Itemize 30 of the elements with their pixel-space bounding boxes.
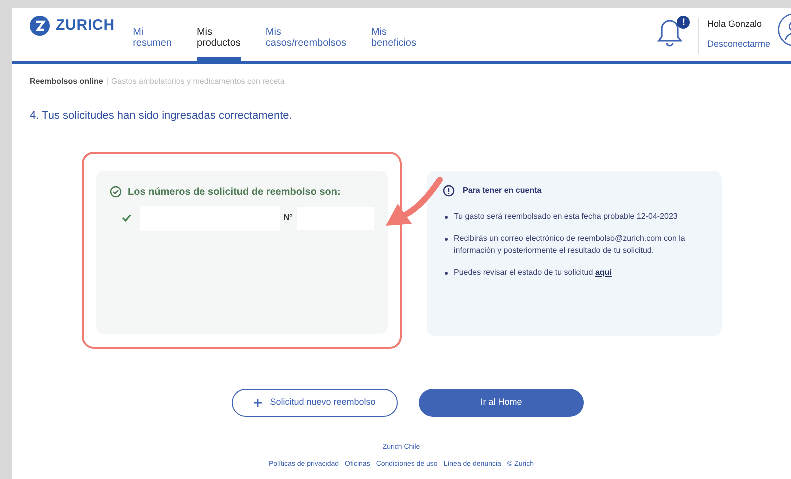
check-icon [122, 214, 132, 222]
info-text: Recibirás un correo electrónico de reembolso@zurich.com con la información y posteriormente el resultado de tu solicitud. [454, 232, 686, 256]
notification-badge: ! [677, 16, 690, 29]
info-text: Tu gasto será reembolsado en esta fecha probable 12-04-2023 [454, 210, 678, 222]
nav-tab[interactable]: Mis beneficios [371, 27, 416, 61]
check-circle-icon [110, 186, 122, 198]
nav-tab[interactable]: Mis casos/reembolsos [266, 27, 346, 61]
info-heading: Para tener en cuenta [463, 184, 542, 196]
plus-icon [254, 398, 262, 406]
breadcrumb-current[interactable]: Reembolsos online [30, 76, 104, 88]
bullet-icon [445, 238, 448, 240]
info-icon [443, 184, 455, 196]
bullet-icon [445, 216, 448, 218]
logout-link[interactable]: Desconectarme [707, 38, 770, 51]
home-button[interactable]: Ir al Home [419, 388, 584, 416]
logo-icon [30, 16, 50, 36]
breadcrumb-separator: | [106, 76, 108, 88]
success-heading: Los números de solicitud de reembolso son: [128, 186, 341, 200]
here-link[interactable]: aquí [595, 268, 612, 276]
page-title: 4. Tus solicitudes han sido ingresadas correctamente. [29, 109, 294, 124]
greeting-text: Hola Gonzalo [707, 18, 763, 31]
logo-text: ZURICH [56, 16, 115, 36]
breadcrumb-detail: Gastos ambulatorios y medicamentos con receta [111, 76, 285, 88]
nav-tab[interactable]: Mis productos [196, 27, 241, 61]
bullet-icon [445, 272, 448, 274]
nav-tab[interactable]: Mi resumen [133, 27, 172, 61]
new-request-button[interactable]: Solicitud nuevo reembolso [232, 388, 398, 416]
number-label: N° [284, 212, 293, 224]
info-text: Puedes revisar el estado de tu solicitud aquí [454, 266, 612, 278]
bell-icon[interactable] [656, 18, 684, 48]
